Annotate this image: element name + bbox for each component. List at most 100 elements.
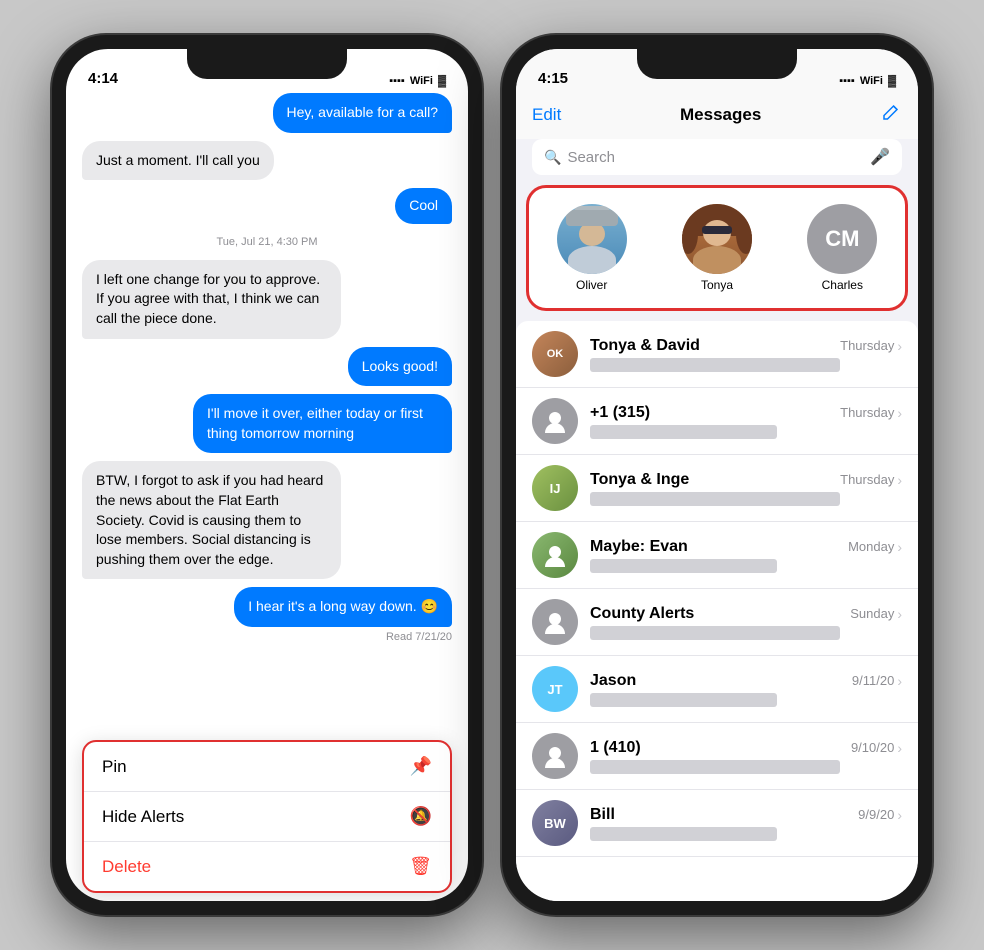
conv-time-6: 9/11/20 › [852,673,902,689]
conv-preview-4 [590,559,777,573]
body-tonya [693,246,741,274]
hide-alerts-label: Hide Alerts [102,807,184,827]
conv-preview-2 [590,425,777,439]
messages-screen: 4:15 ▪▪▪▪ WiFi ▓ Edit Messages [516,49,918,901]
delete-icon: 🗑 [409,856,432,877]
message-1: Hey, available for a call? [273,93,452,133]
conv-top-1: Tonya & David Thursday › [590,337,902,355]
conv-content-8: Bill 9/9/20 › [590,806,902,841]
conversation-list: OK Tonya & David Thursday › [516,321,918,901]
avatar-oliver [557,204,627,274]
chevron-8: › [897,807,902,823]
conversation-tonya-inge[interactable]: IJ Tonya & Inge Thursday › [516,455,918,522]
wifi-icon-right: WiFi [860,75,883,87]
chat-screen: 4:14 ▪▪▪▪ WiFi ▓ Hey, available for a ca… [66,49,468,901]
conv-top-5: County Alerts Sunday › [590,605,902,623]
pinned-tonya[interactable]: Tonya [682,204,752,292]
wifi-icon: WiFi [410,75,433,87]
conv-content-2: +1 (315) Thursday › [590,404,902,439]
message-6: Looks good! [348,347,452,387]
conv-time-4: Monday › [848,539,902,555]
edit-button[interactable]: Edit [532,105,561,125]
chevron-6: › [897,673,902,689]
conv-content-4: Maybe: Evan Monday › [590,538,902,573]
sunglasses [702,226,732,234]
conv-sender-5: County Alerts [590,605,694,623]
message-8: BTW, I forgot to ask if you had heard th… [82,461,341,579]
avatar-charles: CM [807,204,877,274]
search-icon: 🔍 [544,149,561,166]
conv-preview-3 [590,492,840,506]
conv-preview-6 [590,693,777,707]
chat-messages: Hey, available for a call? Just a moment… [66,93,468,732]
chevron-2: › [897,405,902,421]
message-7: I'll move it over, either today or first… [193,394,452,453]
avatar-td-initials: OK [547,348,564,360]
message-5: I left one change for you to approve. If… [82,260,341,339]
hair-right [736,214,752,254]
signal-icon: ▪▪▪▪ [389,75,405,87]
status-time-left: 4:14 [88,70,118,87]
conv-preview-7 [590,760,840,774]
pinned-charles[interactable]: CM Charles [807,204,877,292]
signal-icon-right: ▪▪▪▪ [839,75,855,87]
conv-time-5: Sunday › [850,606,902,622]
timestamp-label: Tue, Jul 21, 4:30 PM [82,236,452,248]
conversation-410[interactable]: 1 (410) 9/10/20 › [516,723,918,790]
chevron-1: › [897,338,902,354]
chevron-7: › [897,740,902,756]
conv-top-7: 1 (410) 9/10/20 › [590,739,902,757]
status-icons-right: ▪▪▪▪ WiFi ▓ [839,75,896,87]
left-phone: 4:14 ▪▪▪▪ WiFi ▓ Hey, available for a ca… [52,35,482,915]
pinned-oliver[interactable]: Oliver [557,204,627,292]
charles-initials: CM [825,226,859,252]
conv-sender-8: Bill [590,806,615,824]
conversation-bill[interactable]: BW Bill 9/9/20 › [516,790,918,857]
messages-nav: Edit Messages [516,93,918,139]
conversation-county[interactable]: County Alerts Sunday › [516,589,918,656]
avatar-tonya-inge: IJ [532,465,578,511]
conv-time-8: 9/9/20 › [858,807,902,823]
conv-top-8: Bill 9/9/20 › [590,806,902,824]
avatar-jason: JT [532,666,578,712]
delete-menu-item[interactable]: Delete 🗑 [84,842,450,891]
chevron-4: › [897,539,902,555]
charles-name: Charles [822,278,863,292]
pin-label: Pin [102,757,127,777]
conv-content-1: Tonya & David Thursday › [590,337,902,372]
delete-label: Delete [102,857,151,877]
conv-top-2: +1 (315) Thursday › [590,404,902,422]
pin-icon: 📌 [410,756,432,777]
chevron-3: › [897,472,902,488]
avatar-evan [532,532,578,578]
hide-alerts-menu-item[interactable]: Hide Alerts 🔕 [84,792,450,842]
status-icons-left: ▪▪▪▪ WiFi ▓ [389,75,446,87]
conversation-tonya-david[interactable]: OK Tonya & David Thursday › [516,321,918,388]
avatar-tonya [682,204,752,274]
search-placeholder: Search [567,149,864,166]
conv-sender-1: Tonya & David [590,337,700,355]
conversation-evan[interactable]: Maybe: Evan Monday › [516,522,918,589]
conv-sender-3: Tonya & Inge [590,471,689,489]
right-phone: 4:15 ▪▪▪▪ WiFi ▓ Edit Messages [502,35,932,915]
conv-content-3: Tonya & Inge Thursday › [590,471,902,506]
conv-top-6: Jason 9/11/20 › [590,672,902,690]
avatar-bill: BW [532,800,578,846]
notch [187,49,347,79]
conversation-jason[interactable]: JT Jason 9/11/20 › [516,656,918,723]
conversation-315[interactable]: +1 (315) Thursday › [516,388,918,455]
hide-alerts-icon: 🔕 [410,806,432,827]
body [568,246,616,274]
context-menu: Pin 📌 Hide Alerts 🔕 Delete 🗑 [82,740,452,893]
conv-preview-8 [590,827,777,841]
chevron-5: › [897,606,902,622]
conv-top-4: Maybe: Evan Monday › [590,538,902,556]
avatar-410 [532,733,578,779]
conv-time-7: 9/10/20 › [851,740,902,756]
compose-button[interactable] [880,101,902,129]
search-bar[interactable]: 🔍 Search 🎤 [532,139,902,175]
conv-time-1: Thursday › [840,338,902,354]
pin-menu-item[interactable]: Pin 📌 [84,742,450,792]
read-label: Read 7/21/20 [82,631,452,643]
message-9: I hear it's a long way down. 😊 [234,587,452,627]
